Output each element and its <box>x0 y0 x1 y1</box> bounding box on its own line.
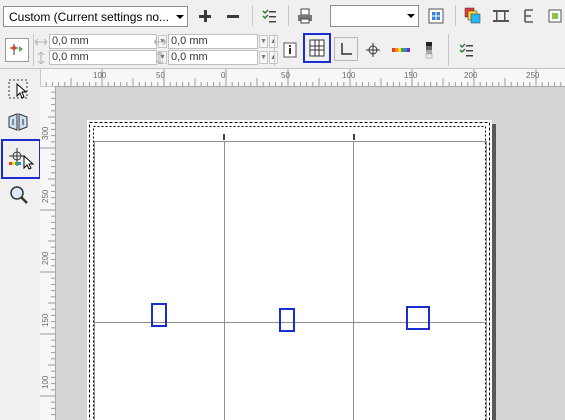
selected-mark[interactable] <box>151 303 167 327</box>
grid-line <box>486 141 487 420</box>
toolbar-separator <box>288 5 289 26</box>
property-bar: 0,0 mm ▼ ▲ 0,0 mm ▼ ▲ 0,0 mm ▼ ▲ 0,0 mm … <box>0 31 565 69</box>
ruler-label: 50 <box>156 71 165 80</box>
minus-icon <box>227 15 239 18</box>
imposition-layout-tool-button[interactable] <box>5 109 33 135</box>
toolbox <box>0 69 41 420</box>
crop-marks-button[interactable] <box>303 33 331 63</box>
selected-mark[interactable] <box>406 306 430 330</box>
offset-y-bottom-value[interactable]: 0,0 mm <box>168 50 258 65</box>
ruler-label: 250 <box>526 71 540 80</box>
print-button[interactable] <box>294 5 316 27</box>
horizontal-arrows-icon <box>35 38 47 46</box>
toolbar-separator <box>448 34 449 66</box>
checklist-icon <box>262 9 276 23</box>
preset-combo-value: Custom (Current settings no... <box>9 10 170 24</box>
pick-tool-icon <box>8 79 28 99</box>
preset-combo[interactable]: Custom (Current settings no... <box>3 6 188 27</box>
zoom-to-page-button[interactable] <box>425 5 447 27</box>
grid-line <box>94 141 487 142</box>
corner-marks-button[interactable] <box>334 37 358 61</box>
marks-placement-tool-button[interactable] <box>1 139 41 179</box>
zoom-tool-button[interactable] <box>5 182 33 208</box>
mark-options-button[interactable] <box>455 39 477 61</box>
chevron-down-icon <box>176 15 184 19</box>
ruler-label: 250 <box>41 189 50 203</box>
fit-page-icon <box>428 8 444 24</box>
ruler-label: 100 <box>93 71 107 80</box>
imposition-layout-icon <box>8 113 28 131</box>
page-edge-button[interactable] <box>518 5 540 27</box>
spin-down-button[interactable]: ▼ <box>259 51 268 64</box>
registration-mark-icon <box>366 43 380 57</box>
ruler-label: 300 <box>41 126 50 140</box>
page-setup-icon <box>548 9 562 23</box>
offset-y-top-value[interactable]: 0,0 mm <box>49 50 157 65</box>
ruler-label: 200 <box>464 71 478 80</box>
color-separations-button[interactable] <box>462 5 484 27</box>
registration-marks-button[interactable] <box>362 39 384 61</box>
offset-x-top-value[interactable]: 0,0 mm <box>49 34 157 49</box>
magnifier-icon <box>10 186 28 204</box>
horizontal-ruler-ticks <box>40 69 562 86</box>
ruler-label: 100 <box>342 71 356 80</box>
horizontal-ruler[interactable]: 100 50 0 50 100 150 200 250 <box>40 69 565 87</box>
zoom-combo[interactable] <box>330 5 419 27</box>
horizontal-arrows-icon <box>154 38 166 46</box>
corner-mark-icon <box>341 43 352 55</box>
spin-down-button[interactable]: ▼ <box>259 35 268 48</box>
ruler-label: 200 <box>41 251 50 265</box>
color-bars-icon <box>392 48 410 52</box>
grid-marks-icon <box>309 39 325 57</box>
text-e-icon <box>524 9 533 23</box>
densitometer-button[interactable] <box>418 39 440 61</box>
offset-x-bottom-value[interactable]: 0,0 mm <box>168 34 258 49</box>
remove-preset-button[interactable] <box>222 5 244 27</box>
overflow-button[interactable] <box>544 5 565 27</box>
main-toolbar: Custom (Current settings no... <box>0 0 565 32</box>
grid-line <box>353 141 354 420</box>
grid-line <box>94 141 95 420</box>
grid-line <box>224 141 225 420</box>
color-plates-icon <box>464 7 481 24</box>
vertical-ruler[interactable]: 300 250 200 150 100 <box>40 86 56 420</box>
print-page[interactable] <box>87 120 492 420</box>
imposition-tool-icon <box>10 44 23 55</box>
plus-icon <box>199 10 211 22</box>
printer-icon <box>298 8 312 24</box>
ruler-label: 150 <box>404 71 418 80</box>
marks-placement-icon <box>9 148 35 170</box>
color-bars-button[interactable] <box>390 39 412 61</box>
chevron-down-icon <box>407 14 415 18</box>
toolbar-separator <box>274 34 275 66</box>
pick-tool-button[interactable] <box>5 76 33 102</box>
toolbar-separator <box>252 5 253 26</box>
vertical-arrows-icon <box>156 52 164 64</box>
density-scale-icon <box>425 42 433 59</box>
ruler-label: 50 <box>281 71 290 80</box>
add-preset-button[interactable] <box>194 5 216 27</box>
ruler-label: 150 <box>41 313 50 327</box>
toolbar-separator <box>455 5 456 26</box>
bars-icon <box>493 10 509 22</box>
info-document-icon <box>283 42 297 58</box>
tool-mode-button[interactable] <box>5 38 29 62</box>
vertical-arrows-icon <box>37 52 45 64</box>
layout-options-button[interactable] <box>258 5 280 27</box>
page-guides <box>89 122 490 420</box>
page-info-button[interactable] <box>279 39 301 61</box>
checklist-icon <box>459 43 473 57</box>
ruler-label: 0 <box>221 71 226 80</box>
selected-mark[interactable] <box>279 308 295 332</box>
preview-bars-button[interactable] <box>490 5 512 27</box>
ruler-label: 100 <box>41 375 50 389</box>
